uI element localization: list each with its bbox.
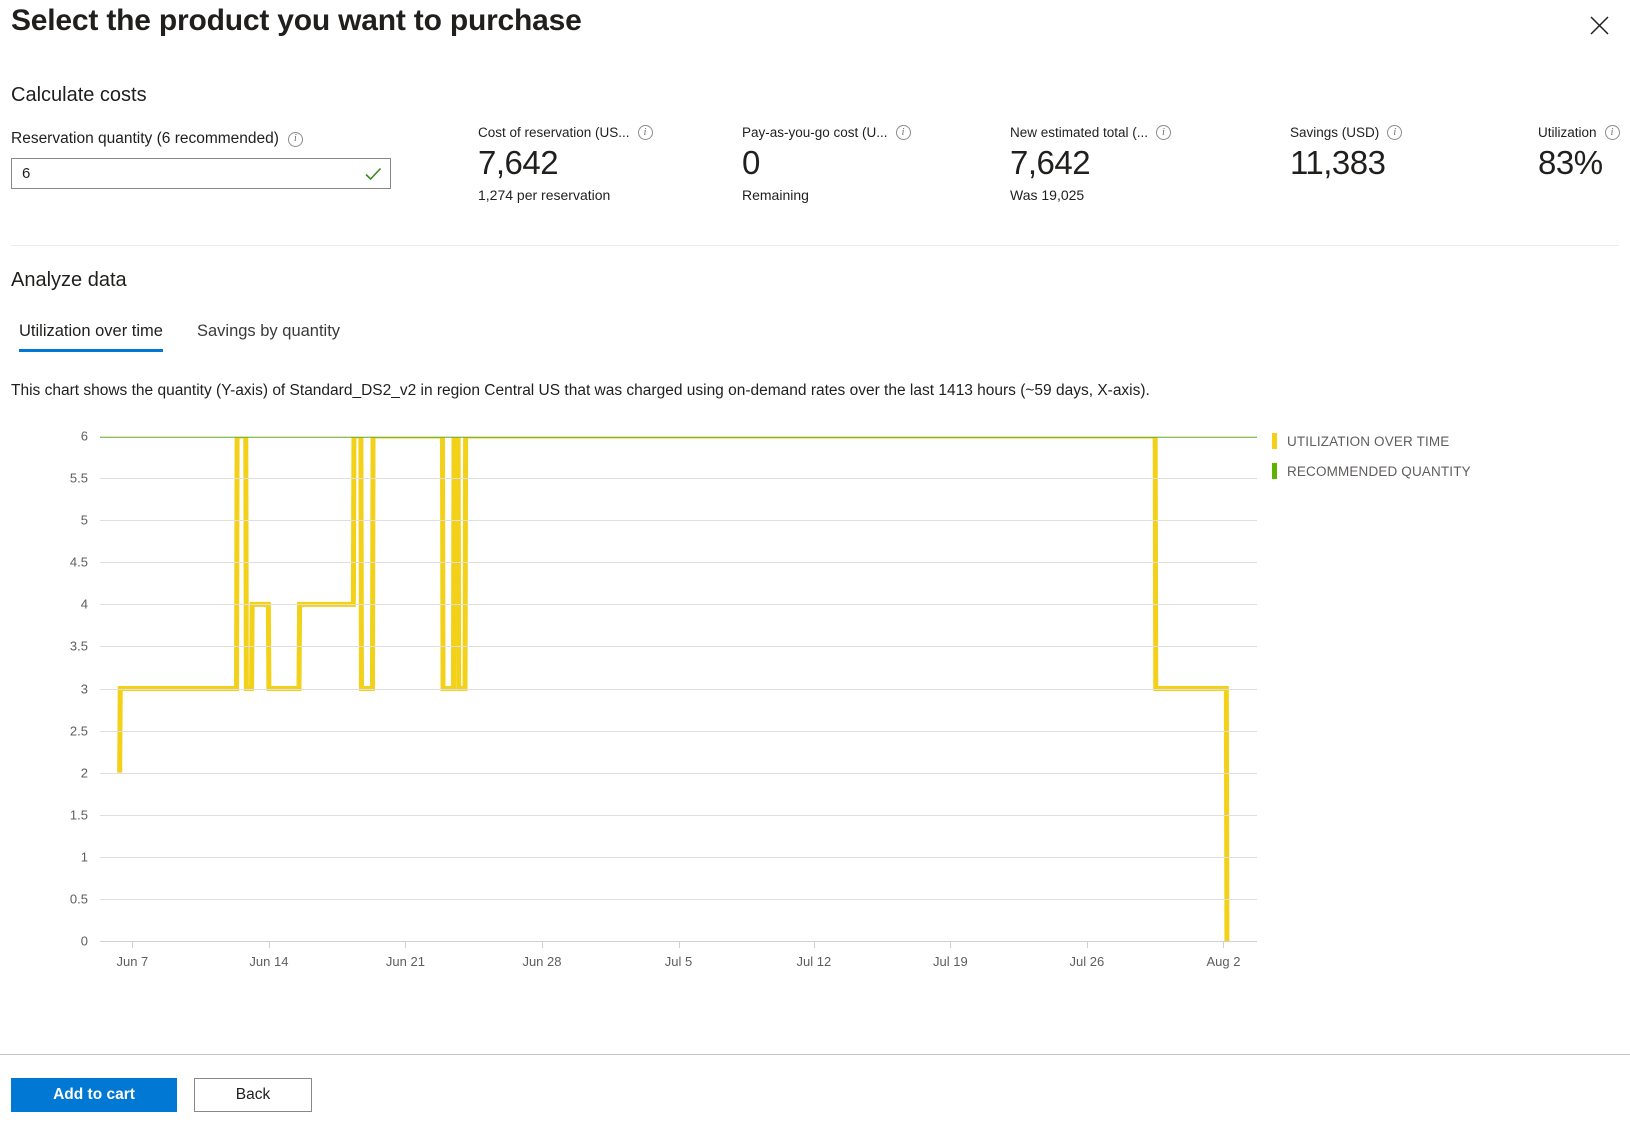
metric-header: Pay-as-you-go cost (U... i (742, 124, 1010, 141)
y-axis-tick-label: 5.5 (28, 471, 88, 486)
y-axis-tick-label: 3.5 (28, 639, 88, 654)
x-axis-tick-mark (679, 941, 680, 948)
metric-label: Cost of reservation (US... (478, 125, 630, 140)
x-axis-tick-label: Jul 26 (1070, 954, 1105, 969)
metric-header: New estimated total (... i (1010, 124, 1290, 141)
metric-subtext: 1,274 per reservation (478, 187, 742, 203)
y-axis-tick-label: 5 (28, 513, 88, 528)
metric-header: Savings (USD) i (1290, 124, 1538, 141)
analyze-data-heading: Analyze data (11, 269, 127, 292)
back-button[interactable]: Back (194, 1078, 312, 1112)
gridline (100, 857, 1257, 858)
metric-label: Pay-as-you-go cost (U... (742, 125, 888, 140)
x-axis-tick-label: Jun 21 (386, 954, 425, 969)
legend-item-utilization-over-time[interactable]: UTILIZATION OVER TIME (1272, 426, 1471, 456)
metric-cost-of-reservation: Cost of reservation (US... i 7,642 1,274… (478, 124, 742, 203)
gridline (100, 731, 1257, 732)
reservation-quantity-label-text: Reservation quantity (6 recommended) (11, 130, 279, 148)
utilization-chart: 00.511.522.533.544.555.56 Jun 7Jun 14Jun… (0, 424, 1630, 984)
gridline (100, 562, 1257, 563)
info-icon-utilization[interactable]: i (1605, 125, 1620, 140)
tab-utilization-over-time[interactable]: Utilization over time (19, 322, 163, 352)
x-axis-tick-label: Jun 28 (522, 954, 561, 969)
reservation-quantity-field[interactable] (11, 158, 391, 189)
gridline (100, 604, 1257, 605)
x-axis-tick-mark (1087, 941, 1088, 948)
metric-savings: Savings (USD) i 11,383 (1290, 124, 1538, 187)
gridline (100, 478, 1257, 479)
y-axis-tick-label: 0 (28, 934, 88, 949)
y-axis-tick-label: 1 (28, 849, 88, 864)
metric-new-estimated-total: New estimated total (... i 7,642 Was 19,… (1010, 124, 1290, 203)
x-axis-tick-mark (1223, 941, 1224, 948)
y-axis-tick-label: 4 (28, 597, 88, 612)
x-axis-tick-label: Jul 5 (665, 954, 692, 969)
metric-value: 0 (742, 146, 1010, 181)
tab-savings-by-quantity[interactable]: Savings by quantity (197, 322, 340, 352)
y-axis-tick-label: 4.5 (28, 555, 88, 570)
page-title: Select the product you want to purchase (11, 4, 582, 38)
metric-header: Cost of reservation (US... i (478, 124, 742, 141)
y-axis-tick-label: 0.5 (28, 891, 88, 906)
x-axis-tick-mark (132, 941, 133, 948)
x-axis-tick-label: Aug 2 (1206, 954, 1240, 969)
gridline (100, 689, 1257, 690)
legend-swatch-utilization (1272, 433, 1277, 449)
x-axis-tick-label: Jul 19 (933, 954, 968, 969)
y-axis-tick-label: 1.5 (28, 807, 88, 822)
legend-label: UTILIZATION OVER TIME (1287, 434, 1449, 449)
close-icon[interactable] (1582, 8, 1616, 42)
metric-subtext: Was 19,025 (1010, 187, 1290, 203)
gridline (100, 815, 1257, 816)
gridline (100, 899, 1257, 900)
x-axis-tick-mark (950, 941, 951, 948)
x-axis-tick-label: Jun 7 (116, 954, 148, 969)
gridline (100, 436, 1257, 437)
gridline (100, 773, 1257, 774)
info-icon-new-estimated-total[interactable]: i (1156, 125, 1171, 140)
chart-plot-area: 00.511.522.533.544.555.56 (100, 436, 1257, 941)
x-axis-tick-mark (269, 941, 270, 948)
metric-subtext: Remaining (742, 187, 1010, 203)
legend-item-recommended-quantity[interactable]: RECOMMENDED QUANTITY (1272, 456, 1471, 486)
chart-description: This chart shows the quantity (Y-axis) o… (11, 382, 1150, 400)
gridline (100, 520, 1257, 521)
add-to-cart-button[interactable]: Add to cart (11, 1078, 177, 1112)
footer-actions: Add to cart Back (11, 1078, 312, 1112)
x-axis-tick-label: Jun 14 (249, 954, 288, 969)
y-axis-tick-label: 2 (28, 765, 88, 780)
legend-swatch-recommended (1272, 463, 1277, 479)
info-icon-reservation-quantity[interactable]: i (288, 132, 303, 147)
x-axis-tick-mark (542, 941, 543, 948)
metric-value: 7,642 (1010, 146, 1290, 181)
chart-legend: UTILIZATION OVER TIME RECOMMENDED QUANTI… (1272, 426, 1471, 486)
metric-value: 83% (1538, 146, 1630, 181)
cost-metrics-row: Cost of reservation (US... i 7,642 1,274… (478, 124, 1630, 203)
metric-value: 7,642 (478, 146, 742, 181)
x-axis-tick-label: Jul 12 (797, 954, 832, 969)
info-icon-savings[interactable]: i (1387, 125, 1402, 140)
x-axis-tick-mark (814, 941, 815, 948)
info-icon-cost-of-reservation[interactable]: i (638, 125, 653, 140)
y-axis-tick-label: 6 (28, 429, 88, 444)
metric-value: 11,383 (1290, 146, 1538, 181)
quantity-input[interactable] (11, 158, 391, 189)
reservation-quantity-label: Reservation quantity (6 recommended) i (11, 130, 303, 148)
metric-label: Utilization (1538, 125, 1597, 140)
legend-label: RECOMMENDED QUANTITY (1287, 464, 1471, 479)
calculate-costs-heading: Calculate costs (11, 84, 147, 107)
y-axis-tick-label: 3 (28, 681, 88, 696)
y-axis-tick-label: 2.5 (28, 723, 88, 738)
section-divider (11, 245, 1619, 246)
metric-label: New estimated total (... (1010, 125, 1148, 140)
metric-label: Savings (USD) (1290, 125, 1379, 140)
metric-pay-as-you-go-cost: Pay-as-you-go cost (U... i 0 Remaining (742, 124, 1010, 203)
footer-divider (0, 1054, 1630, 1055)
metric-utilization: Utilization i 83% (1538, 124, 1630, 187)
metric-header: Utilization i (1538, 124, 1630, 141)
gridline (100, 646, 1257, 647)
x-axis-tick-mark (405, 941, 406, 948)
analyze-data-tabs: Utilization over time Savings by quantit… (19, 322, 340, 352)
info-icon-pay-as-you-go-cost[interactable]: i (896, 125, 911, 140)
